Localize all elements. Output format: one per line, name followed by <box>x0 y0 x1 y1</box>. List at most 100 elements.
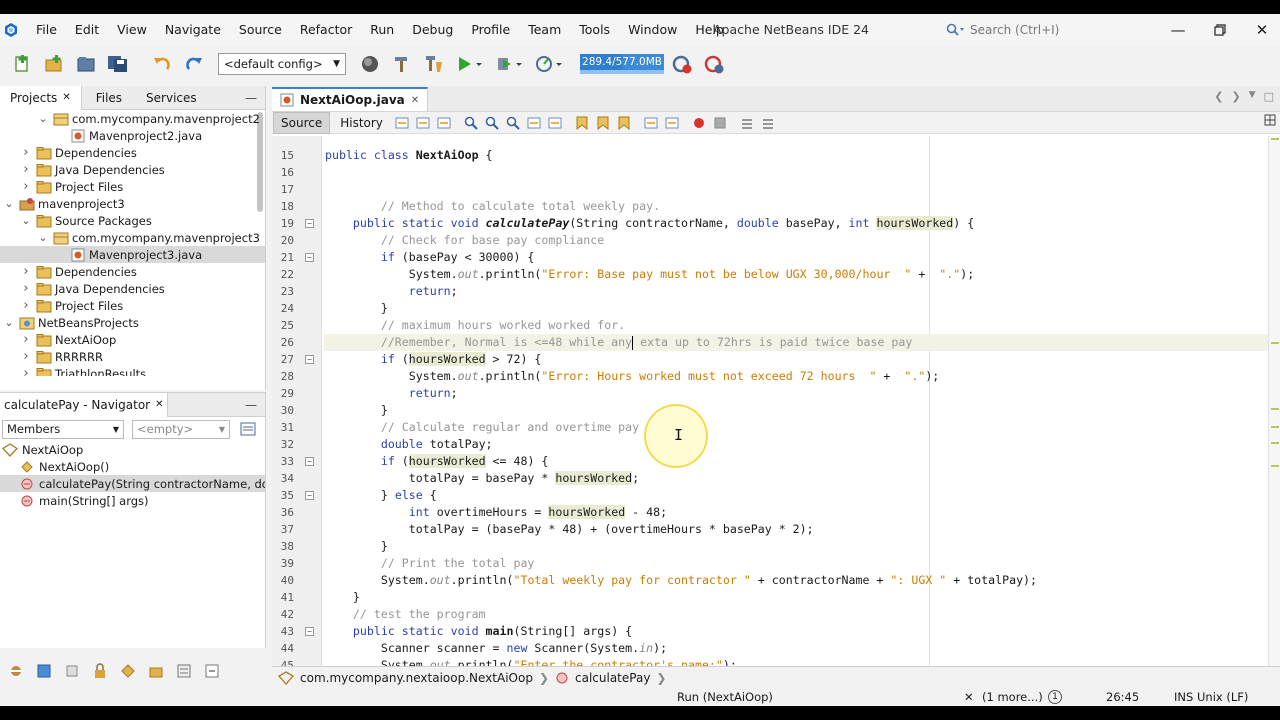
menu-edit[interactable]: Edit <box>66 14 108 46</box>
filter-static-button[interactable] <box>32 660 56 682</box>
close-icon[interactable]: ✕ <box>155 393 163 417</box>
memory-indicator[interactable]: 289.4/577.0MB <box>580 54 664 74</box>
line-number[interactable]: 42 <box>272 606 294 623</box>
restore-button[interactable] <box>1200 14 1240 46</box>
line-number[interactable]: 37 <box>272 521 294 538</box>
breadcrumb-method[interactable]: calculatePay <box>575 671 650 685</box>
navigator-item[interactable]: NextAiOop() <box>0 458 265 475</box>
sort-name-button[interactable] <box>144 660 168 682</box>
line-number[interactable]: 31 <box>272 419 294 436</box>
cancel-task-icon[interactable]: ✕ <box>964 689 974 705</box>
line-number[interactable]: 17 <box>272 181 294 198</box>
open-project-button[interactable] <box>72 51 100 77</box>
tree-item[interactable]: › Project Files <box>0 297 265 314</box>
fold-toggle-icon[interactable]: − <box>305 355 314 364</box>
expand-all-button[interactable] <box>200 660 224 682</box>
chevron-down-icon[interactable]: ⌄ <box>4 198 14 209</box>
minimize-button[interactable]: — <box>1158 14 1198 46</box>
line-number[interactable]: 38 <box>272 538 294 555</box>
code-line[interactable]: 15 public class NextAiOop { <box>272 147 1272 164</box>
code-line[interactable]: 24 } <box>272 300 1272 317</box>
line-number[interactable]: 29 <box>272 385 294 402</box>
menu-view[interactable]: View <box>108 14 156 46</box>
line-number[interactable]: 19 <box>272 215 294 232</box>
tab-navigator[interactable]: calculatePay - Navigator ✕ <box>0 392 169 417</box>
tree-item[interactable]: › Dependencies <box>0 263 265 280</box>
menu-team[interactable]: Team <box>519 14 570 46</box>
fold-toggle-icon[interactable]: − <box>305 219 314 228</box>
comment-button[interactable] <box>738 114 756 132</box>
find-prev-button[interactable] <box>483 114 501 132</box>
code-line[interactable]: 21 − if (basePay < 30000) { <box>272 249 1272 266</box>
chevron-right-icon[interactable]: › <box>21 366 31 376</box>
code-line[interactable]: 27 − if (hoursWorked > 72) { <box>272 351 1272 368</box>
save-all-button[interactable] <box>104 51 132 77</box>
code-line[interactable]: 45 System.out.println("Enter the contrac… <box>272 657 1272 666</box>
line-number[interactable]: 32 <box>272 436 294 453</box>
toggle-highlight-button[interactable] <box>525 114 543 132</box>
split-editor-button[interactable] <box>1264 114 1276 129</box>
code-line[interactable]: 16 <box>272 164 1272 181</box>
toggle-rect-select-button[interactable] <box>546 114 564 132</box>
search-input[interactable]: Search (Ctrl+I) <box>946 19 1156 41</box>
line-number[interactable]: 26 <box>272 334 294 351</box>
find-next-button[interactable] <box>504 114 522 132</box>
history-view-button[interactable]: History <box>333 113 390 133</box>
code-line[interactable]: 25 // maximum hours worked worked for. <box>272 317 1272 334</box>
find-button[interactable] <box>462 114 480 132</box>
chevron-right-icon[interactable]: › <box>21 179 31 194</box>
code-line[interactable]: 43 − public static void main(String[] arg… <box>272 623 1272 640</box>
scroll-right-icon[interactable]: ❯ <box>1231 90 1240 103</box>
sort-source-button[interactable] <box>172 660 196 682</box>
line-number[interactable]: 24 <box>272 300 294 317</box>
maximize-icon[interactable]: □ <box>1264 90 1274 103</box>
chevron-right-icon[interactable]: › <box>21 332 31 347</box>
config-select[interactable]: <default config> ▼ <box>218 53 346 75</box>
filter-inherited-button[interactable] <box>88 660 112 682</box>
tree-item[interactable]: ⌄ mavenproject3 <box>0 195 265 212</box>
code-line[interactable]: 23 return; <box>272 283 1272 300</box>
close-icon[interactable]: ✕ <box>62 86 70 110</box>
stop-macro-button[interactable] <box>711 114 729 132</box>
tab-services[interactable]: Services <box>136 86 207 110</box>
code-line[interactable]: 18 // Method to calculate total weekly p… <box>272 198 1272 215</box>
line-number[interactable]: 22 <box>272 266 294 283</box>
tree-item[interactable]: › Project Files <box>0 178 265 195</box>
code-editor[interactable]: 15 public class NextAiOop {16 17 18 // Meth… <box>272 136 1280 666</box>
fold-toggle-icon[interactable]: − <box>305 491 314 500</box>
line-number[interactable]: 16 <box>272 164 294 181</box>
menu-navigate[interactable]: Navigate <box>156 14 230 46</box>
run-status[interactable]: Run (NextAiOop) <box>677 689 773 705</box>
run-project-button[interactable] <box>452 51 488 77</box>
notifications-badge[interactable]: 1 <box>1048 690 1062 704</box>
profile-project-button[interactable] <box>532 51 568 77</box>
tree-item[interactable]: ⌄ Source Packages <box>0 212 265 229</box>
navigator-settings-button[interactable] <box>238 419 258 439</box>
line-number[interactable]: 41 <box>272 589 294 606</box>
tab-nextaioop-java[interactable]: NextAiOop.java ✕ <box>272 87 429 111</box>
members-select[interactable]: Members ▼ <box>2 419 124 439</box>
line-number[interactable]: 27 <box>272 351 294 368</box>
more-tasks[interactable]: (1 more...) <box>982 689 1043 705</box>
chevron-down-icon[interactable]: ⌄ <box>38 232 48 243</box>
fold-toggle-icon[interactable]: − <box>305 457 314 466</box>
line-number[interactable]: 40 <box>272 572 294 589</box>
line-number[interactable]: 44 <box>272 640 294 657</box>
tree-item[interactable]: › Java Dependencies <box>0 161 265 178</box>
chevron-down-icon[interactable]: ⌄ <box>21 215 31 226</box>
navigator-item[interactable]: NextAiOop <box>0 441 265 458</box>
fold-toggle-icon[interactable]: − <box>305 627 314 636</box>
line-number[interactable]: 33 <box>272 453 294 470</box>
filter-nonpublic-button[interactable] <box>60 660 84 682</box>
chevron-right-icon[interactable]: › <box>21 162 31 177</box>
code-line[interactable]: 32 double totalPay; <box>272 436 1272 453</box>
chevron-right-icon[interactable]: › <box>21 349 31 364</box>
scroll-left-icon[interactable]: ❮ <box>1214 90 1223 103</box>
line-number[interactable]: 36 <box>272 504 294 521</box>
line-number[interactable]: 45 <box>272 657 294 666</box>
code-line[interactable]: 17 <box>272 181 1272 198</box>
menu-debug[interactable]: Debug <box>403 14 462 46</box>
code-line[interactable]: 28 System.out.println("Error: Hours work… <box>272 368 1272 385</box>
line-number[interactable]: 21 <box>272 249 294 266</box>
chevron-right-icon[interactable]: › <box>21 264 31 279</box>
